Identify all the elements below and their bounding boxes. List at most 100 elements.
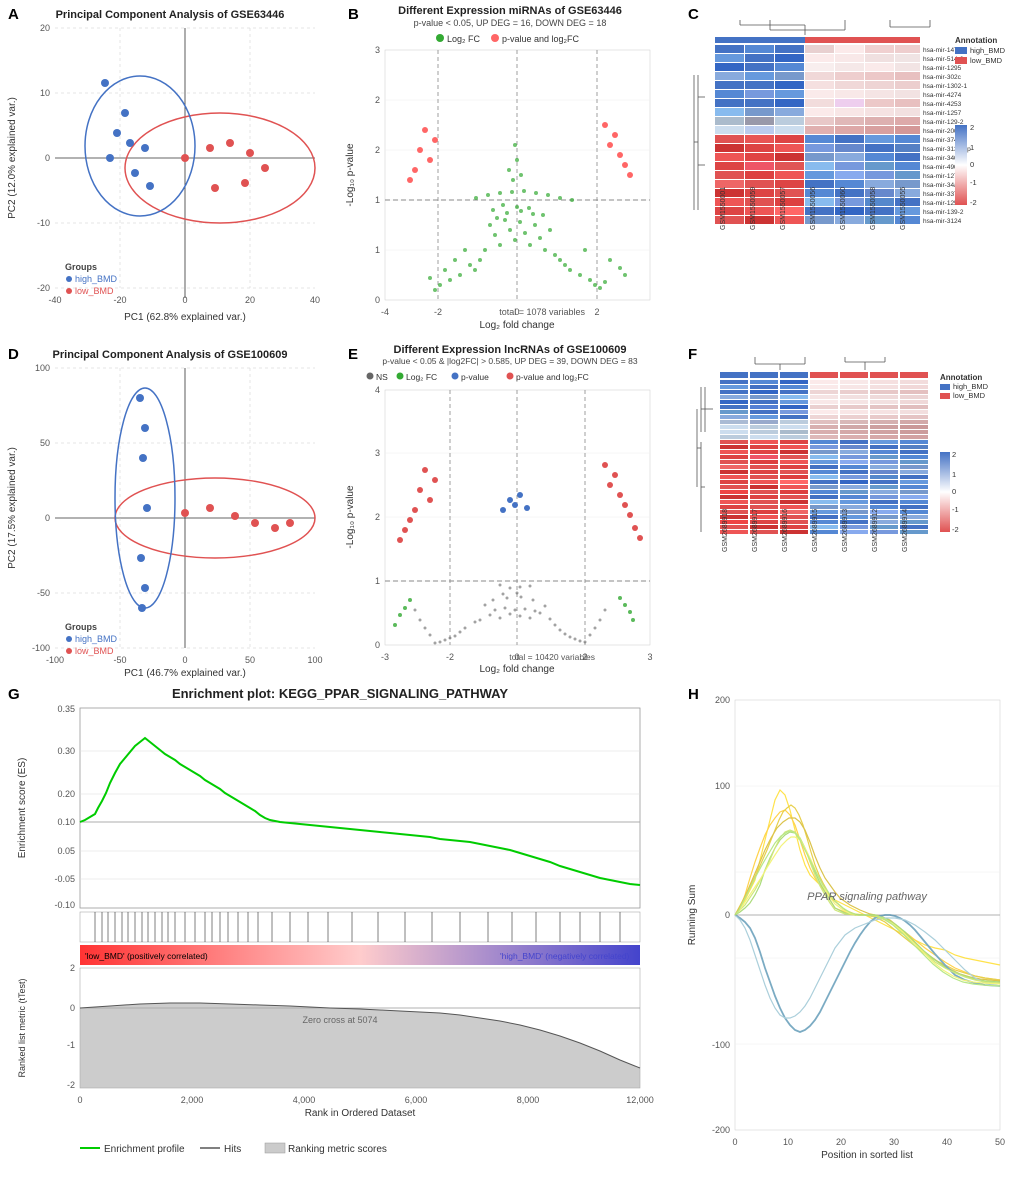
svg-text:-3: -3 bbox=[381, 652, 389, 662]
svg-text:Different Expression miRNAs of: Different Expression miRNAs of GSE63446 bbox=[398, 5, 622, 17]
svg-text:hsa-mir-1257: hsa-mir-1257 bbox=[923, 110, 962, 117]
svg-text:12,000: 12,000 bbox=[626, 1095, 654, 1105]
panel-g-label: G bbox=[8, 686, 20, 703]
svg-text:PC1 (46.7% explained var.): PC1 (46.7% explained var.) bbox=[124, 668, 246, 679]
svg-text:0: 0 bbox=[732, 1137, 737, 1147]
svg-text:10: 10 bbox=[783, 1137, 793, 1147]
svg-text:50: 50 bbox=[40, 438, 50, 448]
svg-text:-2: -2 bbox=[970, 198, 977, 207]
svg-text:-Log₁₀ p-value: -Log₁₀ p-value bbox=[345, 485, 356, 549]
svg-text:p-value and log₂FC: p-value and log₂FC bbox=[516, 372, 589, 382]
svg-text:low_BMD: low_BMD bbox=[75, 646, 114, 656]
svg-text:total = 1078 variables: total = 1078 variables bbox=[499, 307, 585, 317]
panel-f-label: F bbox=[688, 346, 697, 363]
svg-text:100: 100 bbox=[715, 781, 730, 791]
svg-text:GSM1550057: GSM1550057 bbox=[780, 187, 787, 230]
svg-text:-1: -1 bbox=[970, 178, 977, 187]
svg-text:4: 4 bbox=[375, 385, 380, 395]
svg-text:Enrichment plot: KEGG_PPAR_SIG: Enrichment plot: KEGG_PPAR_SIGNALING_PAT… bbox=[172, 686, 508, 701]
svg-text:-100: -100 bbox=[712, 1040, 730, 1050]
svg-text:0: 0 bbox=[725, 910, 730, 920]
svg-text:Running Sum: Running Sum bbox=[687, 885, 698, 946]
svg-text:p-value and log₂FC: p-value and log₂FC bbox=[502, 34, 580, 44]
svg-text:Annotation: Annotation bbox=[940, 373, 982, 382]
svg-text:Rank in Ordered Dataset: Rank in Ordered Dataset bbox=[305, 1108, 416, 1119]
svg-text:Groups: Groups bbox=[65, 262, 97, 272]
svg-text:'low_BMD' (positively correlat: 'low_BMD' (positively correlated) bbox=[85, 951, 208, 961]
svg-text:-200: -200 bbox=[712, 1125, 730, 1135]
panel-e-label: E bbox=[348, 346, 358, 363]
svg-text:20: 20 bbox=[245, 295, 255, 305]
svg-text:-100: -100 bbox=[32, 643, 50, 653]
svg-text:GSM2689913: GSM2689913 bbox=[842, 509, 849, 552]
svg-text:GSM2689914: GSM2689914 bbox=[902, 509, 909, 552]
svg-text:1: 1 bbox=[952, 470, 956, 479]
svg-text:-0.10: -0.10 bbox=[54, 900, 75, 910]
panel-a-svg: Principal Component Analysis of GSE63446… bbox=[0, 0, 340, 340]
svg-text:0: 0 bbox=[77, 1095, 82, 1105]
svg-text:0: 0 bbox=[182, 655, 187, 665]
panel-d: D Principal Component Analysis of GSE100… bbox=[0, 340, 340, 680]
svg-text:2: 2 bbox=[594, 307, 599, 317]
svg-text:10: 10 bbox=[40, 88, 50, 98]
svg-text:3: 3 bbox=[375, 448, 380, 458]
svg-text:Enrichment score (ES): Enrichment score (ES) bbox=[17, 758, 28, 859]
svg-text:0: 0 bbox=[182, 295, 187, 305]
svg-text:-0.05: -0.05 bbox=[54, 874, 75, 884]
svg-text:20: 20 bbox=[40, 23, 50, 33]
svg-text:high_BMD: high_BMD bbox=[75, 274, 118, 284]
svg-text:2: 2 bbox=[375, 145, 380, 155]
svg-text:PPAR signaling pathway: PPAR signaling pathway bbox=[807, 891, 928, 903]
svg-text:100: 100 bbox=[35, 363, 50, 373]
svg-text:-2: -2 bbox=[446, 652, 454, 662]
svg-text:GSM1550056: GSM1550056 bbox=[810, 187, 817, 230]
panel-b-svg: Different Expression miRNAs of GSE63446 … bbox=[340, 0, 680, 340]
svg-text:Ranked list metric (tTest): Ranked list metric (tTest) bbox=[17, 978, 27, 1077]
panel-g: G Enrichment plot: KEGG_PPAR_SIGNALING_P… bbox=[0, 680, 680, 1182]
svg-text:GSM2689916: GSM2689916 bbox=[782, 509, 789, 552]
svg-text:-2: -2 bbox=[952, 525, 959, 534]
svg-text:-4: -4 bbox=[381, 307, 389, 317]
svg-text:1: 1 bbox=[375, 195, 380, 205]
svg-text:2: 2 bbox=[970, 123, 974, 132]
svg-text:Different Expression lncRNAs o: Different Expression lncRNAs of GSE10060… bbox=[394, 344, 627, 356]
panel-a: A Principal Component Analysis of GSE634… bbox=[0, 0, 340, 340]
svg-text:3: 3 bbox=[375, 45, 380, 55]
svg-text:2: 2 bbox=[952, 450, 956, 459]
svg-text:40: 40 bbox=[310, 295, 320, 305]
svg-text:4,000: 4,000 bbox=[293, 1095, 316, 1105]
svg-text:Log₂ FC: Log₂ FC bbox=[406, 372, 437, 382]
panel-c: C bbox=[680, 0, 1020, 340]
svg-text:high_BMD: high_BMD bbox=[75, 634, 118, 644]
panel-h: H bbox=[680, 680, 1020, 1182]
svg-text:NS: NS bbox=[376, 372, 388, 382]
svg-text:hsa-mir-1302-1: hsa-mir-1302-1 bbox=[923, 83, 967, 90]
svg-text:GSM1550058: GSM1550058 bbox=[870, 187, 877, 230]
svg-text:GSM2689912: GSM2689912 bbox=[872, 509, 879, 552]
svg-text:Principal Component Analysis o: Principal Component Analysis of GSE10060… bbox=[53, 349, 288, 361]
svg-text:-40: -40 bbox=[48, 295, 61, 305]
svg-text:'high_BMD' (negatively correla: 'high_BMD' (negatively correlated) bbox=[500, 951, 630, 961]
svg-text:hsa-mir-340: hsa-mir-340 bbox=[923, 155, 958, 162]
svg-text:Log₂ FC: Log₂ FC bbox=[447, 34, 481, 44]
svg-text:0.10: 0.10 bbox=[57, 817, 75, 827]
svg-text:-2: -2 bbox=[434, 307, 442, 317]
svg-text:hsa-mir-34a: hsa-mir-34a bbox=[923, 182, 958, 189]
svg-text:high_BMD: high_BMD bbox=[970, 46, 1006, 55]
svg-text:2,000: 2,000 bbox=[181, 1095, 204, 1105]
panel-d-svg: Principal Component Analysis of GSE10060… bbox=[0, 340, 340, 680]
panel-c-svg: GSM1550001 GSM1550059 GSM1550057 GSM1550… bbox=[680, 0, 1020, 340]
svg-text:50: 50 bbox=[995, 1137, 1005, 1147]
svg-text:Position in sorted list: Position in sorted list bbox=[821, 1150, 913, 1161]
svg-text:-2: -2 bbox=[67, 1080, 75, 1090]
svg-text:hsa-mir-4274: hsa-mir-4274 bbox=[923, 92, 962, 99]
svg-text:0: 0 bbox=[970, 160, 974, 169]
svg-text:-Log₁₀ p-value: -Log₁₀ p-value bbox=[345, 143, 356, 207]
panel-h-svg: PPAR signaling pathway 200 100 0 -100 -2… bbox=[680, 680, 1020, 1182]
svg-text:1: 1 bbox=[375, 245, 380, 255]
svg-text:GSM1550055: GSM1550055 bbox=[900, 187, 907, 230]
svg-text:0: 0 bbox=[375, 295, 380, 305]
svg-text:8,000: 8,000 bbox=[517, 1095, 540, 1105]
svg-text:0.30: 0.30 bbox=[57, 746, 75, 756]
svg-text:p-value: p-value bbox=[461, 372, 489, 382]
